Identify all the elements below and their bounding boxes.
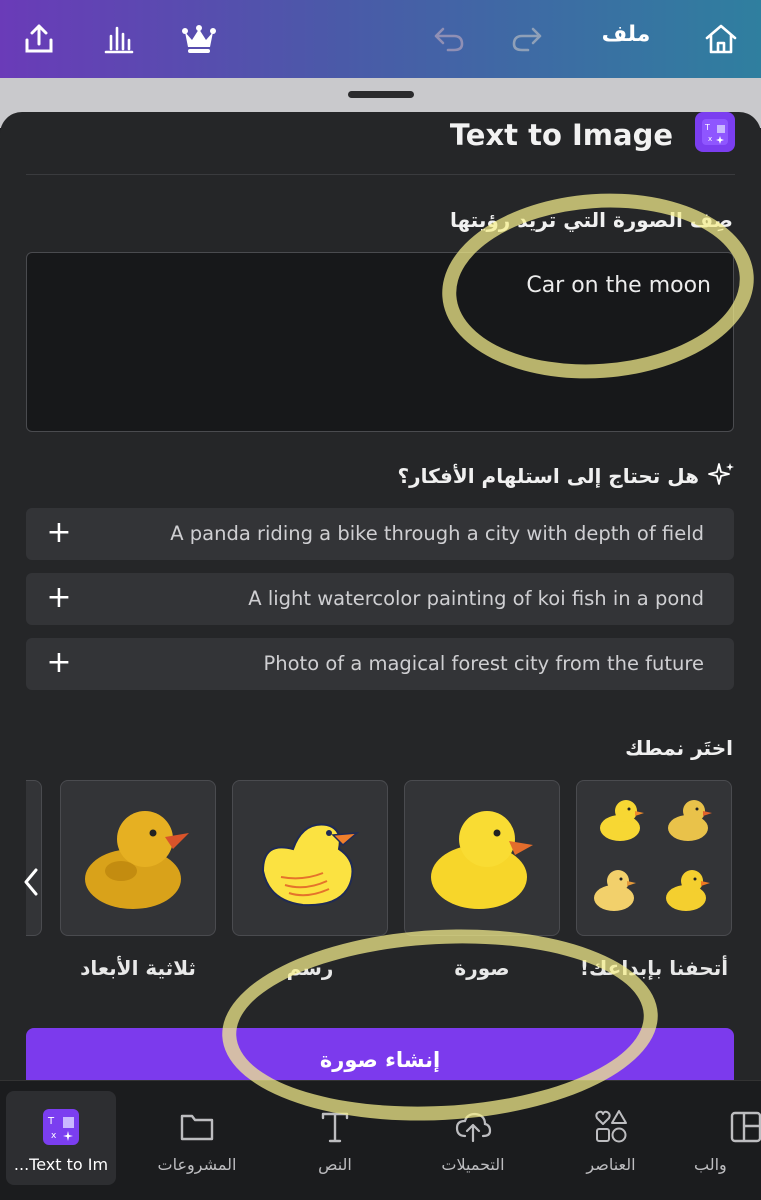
folder-icon xyxy=(177,1107,217,1147)
style-label-surprise: أتحفنا بإبداعك! xyxy=(579,956,729,980)
style-label-drawing: رسم xyxy=(286,956,334,980)
nav-item-elements[interactable]: العناصر xyxy=(556,1091,666,1185)
prompt-input-value[interactable]: Car on the moon xyxy=(526,273,711,298)
style-card-drawing[interactable] xyxy=(232,780,388,936)
nav-label: التحميلات xyxy=(441,1155,505,1174)
templates-icon xyxy=(726,1107,761,1147)
text-to-image-icon: Tx xyxy=(41,1107,81,1147)
suggestion-item[interactable]: + Photo of a magical forest city from th… xyxy=(26,638,734,690)
nav-label: النص xyxy=(318,1155,352,1174)
style-card-photo[interactable] xyxy=(404,780,560,936)
nav-item-text[interactable]: النص xyxy=(280,1091,390,1185)
drag-handle[interactable] xyxy=(348,91,414,98)
nav-item-text-to-image[interactable]: Tx ...Text to Im xyxy=(6,1091,116,1185)
suggestion-text: A light watercolor painting of koi fish … xyxy=(248,587,704,610)
style-heading: اختَر نمطك xyxy=(625,736,733,760)
suggestion-item[interactable]: + A panda riding a bike through a city w… xyxy=(26,508,734,560)
share-icon[interactable] xyxy=(18,18,60,60)
nav-label: والب xyxy=(694,1155,727,1174)
home-icon[interactable] xyxy=(700,18,742,60)
elements-icon xyxy=(591,1107,631,1147)
style-card-3d[interactable] xyxy=(60,780,216,936)
crown-icon[interactable] xyxy=(178,18,220,60)
style-card-partial[interactable] xyxy=(26,780,42,936)
undo-icon[interactable] xyxy=(428,18,470,60)
duck-photo-image xyxy=(431,811,533,909)
nav-item-uploads[interactable]: التحميلات xyxy=(418,1091,528,1185)
panel-title: Text to Image xyxy=(449,118,673,152)
suggestion-text: Photo of a magical forest city from the … xyxy=(263,652,705,675)
inspire-label: هل تحتاج إلى استلهام الأفكار؟ xyxy=(397,464,699,488)
plus-icon[interactable]: + xyxy=(44,648,74,678)
style-label-photo: صورة xyxy=(454,956,510,980)
nav-label: العناصر xyxy=(586,1155,636,1174)
header-divider xyxy=(26,174,735,175)
duck-collage-image xyxy=(594,800,712,911)
nav-label: المشروعات xyxy=(157,1155,237,1174)
plus-icon[interactable]: + xyxy=(44,518,74,548)
text-icon xyxy=(315,1107,355,1147)
duck-3d-image xyxy=(85,811,189,909)
prompt-label: صِف الصورة التي تريد رؤيتها xyxy=(449,208,733,232)
top-toolbar: ملف xyxy=(0,0,761,78)
bottom-navigation: Tx ...Text to Im المشروعات النص التحميلا… xyxy=(0,1080,761,1200)
svg-text:T: T xyxy=(704,123,710,132)
file-menu-label[interactable]: ملف xyxy=(596,22,656,47)
nav-label: ...Text to Im xyxy=(13,1155,109,1174)
upload-cloud-icon xyxy=(453,1107,493,1147)
style-label-3d: ثلاثية الأبعاد xyxy=(80,956,196,980)
style-card-surprise[interactable] xyxy=(576,780,732,936)
suggestion-item[interactable]: + A light watercolor painting of koi fis… xyxy=(26,573,734,625)
duck-drawing-image xyxy=(261,823,360,907)
svg-text:x: x xyxy=(51,1131,57,1141)
svg-text:T: T xyxy=(47,1116,55,1127)
chevron-left-icon[interactable] xyxy=(16,864,46,900)
redo-icon[interactable] xyxy=(506,18,548,60)
chart-icon[interactable] xyxy=(98,18,140,60)
nav-item-templates[interactable]: والب xyxy=(694,1091,761,1185)
prompt-input[interactable]: Car on the moon xyxy=(26,252,734,432)
text-to-image-icon: Tx xyxy=(695,112,735,152)
svg-text:x: x xyxy=(708,135,712,143)
nav-item-projects[interactable]: المشروعات xyxy=(142,1091,252,1185)
sparkle-icon xyxy=(706,460,736,490)
plus-icon[interactable]: + xyxy=(44,583,74,613)
suggestion-text: A panda riding a bike through a city wit… xyxy=(170,522,704,545)
